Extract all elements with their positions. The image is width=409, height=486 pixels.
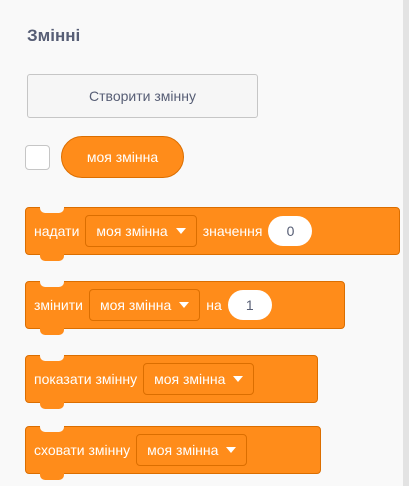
chevron-down-icon: [233, 376, 244, 382]
show-variable-dropdown-value: моя змінна: [154, 371, 226, 387]
change-block-label: змінити: [34, 297, 83, 313]
change-by-label: на: [206, 297, 222, 313]
set-block-label: надати: [34, 223, 80, 239]
chevron-down-icon: [226, 447, 237, 453]
hide-block-label: сховати змінну: [34, 442, 131, 458]
chevron-down-icon: [179, 302, 190, 308]
change-value-input[interactable]: 1: [227, 290, 272, 320]
chevron-down-icon: [175, 228, 186, 234]
palette-border: [403, 0, 409, 486]
show-variable-dropdown[interactable]: моя змінна: [143, 363, 255, 395]
change-variable-block[interactable]: змінити моя змінна на 1: [25, 281, 345, 335]
set-to-label: значення: [202, 223, 263, 239]
hide-variable-dropdown-value: моя змінна: [147, 442, 219, 458]
set-variable-block[interactable]: надати моя змінна значення 0: [25, 207, 400, 261]
set-variable-dropdown[interactable]: моя змінна: [85, 215, 197, 247]
change-variable-dropdown[interactable]: моя змінна: [88, 289, 201, 321]
variables-palette: Змінні Створити змінну моя змінна надати…: [0, 0, 409, 486]
section-title: Змінні: [27, 26, 81, 45]
show-block-label: показати змінну: [34, 371, 138, 387]
create-variable-button[interactable]: Створити змінну: [27, 74, 258, 118]
show-variable-block[interactable]: показати змінну моя змінна: [25, 355, 318, 409]
hide-variable-block[interactable]: сховати змінну моя змінна: [25, 426, 321, 480]
change-variable-dropdown-value: моя змінна: [99, 297, 172, 313]
variable-monitor-checkbox[interactable]: [25, 145, 50, 170]
variable-reporter-block[interactable]: моя змінна: [61, 136, 184, 178]
set-variable-dropdown-value: моя змінна: [96, 223, 168, 239]
set-value-input[interactable]: 0: [268, 216, 313, 246]
hide-variable-dropdown[interactable]: моя змінна: [136, 434, 248, 466]
